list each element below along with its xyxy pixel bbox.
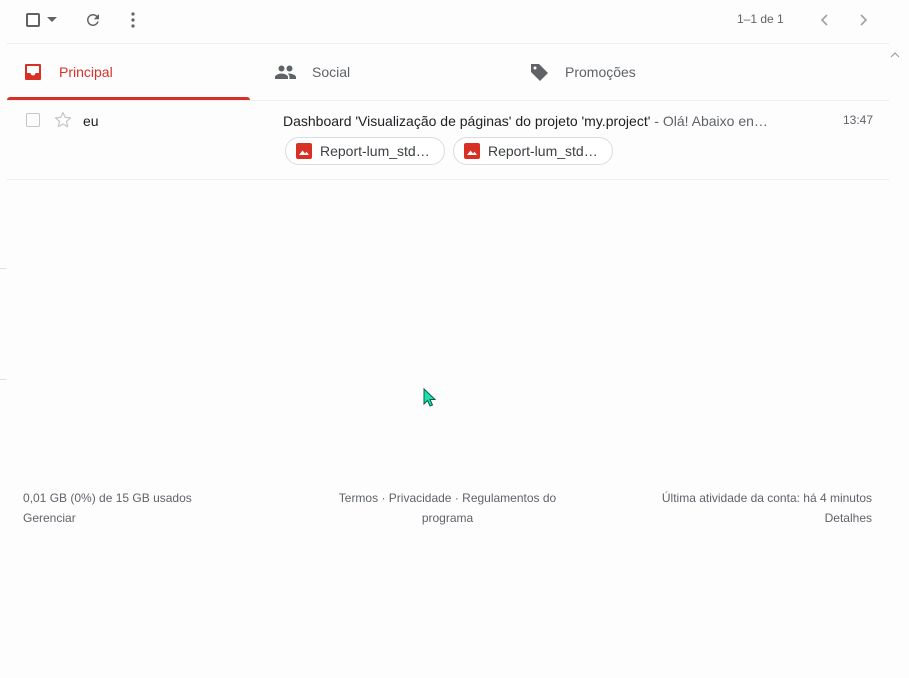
chevron-up-icon [890,52,900,58]
edge-mark [0,268,6,269]
category-tabs: Principal Social Promoções [7,44,889,100]
edge-mark [0,379,6,380]
tab-promocoes-label: Promoções [565,64,636,80]
details-link[interactable]: Detalhes [662,508,872,528]
mouse-cursor [423,387,437,413]
account-activity: Última atividade da conta: há 4 minutos … [662,488,872,528]
chevron-left-icon [820,14,828,26]
checkbox-icon [26,13,40,27]
row-checkbox[interactable] [26,113,40,127]
attachment-chip[interactable]: Report-lum_std… [453,137,613,165]
row-divider [7,179,889,180]
image-icon [296,143,312,159]
tab-principal-label: Principal [59,64,113,80]
tag-icon [531,63,548,81]
scrollbar-up-arrow[interactable] [890,46,900,64]
storage-usage: 0,01 GB (0%) de 15 GB usados [23,491,192,505]
toolbar: 1–1 de 1 [0,0,909,42]
refresh-button[interactable] [83,10,103,30]
more-options-button[interactable] [123,10,143,30]
tab-social-label: Social [312,64,351,80]
privacy-link[interactable]: Privacidade [389,491,452,505]
last-activity: Última atividade da conta: há 4 minutos [661,491,872,505]
attachment-label: Report-lum_std… [320,143,430,159]
email-subject: Dashboard 'Visualização de páginas' do p… [283,113,651,129]
email-row[interactable]: eu Dashboard 'Visualização de páginas' d… [7,101,889,179]
inbox-icon [25,64,41,80]
sender-name: eu [83,113,99,129]
tab-social[interactable]: Social [275,44,515,100]
caret-down-icon [47,17,57,22]
chevron-right-icon [860,14,868,26]
tab-principal[interactable]: Principal [7,44,250,100]
email-time: 13:47 [842,113,873,127]
more-vert-icon [131,12,135,28]
attachment-chip[interactable]: Report-lum_std… [285,137,445,165]
cursor-arrow-icon [423,387,437,407]
star-button[interactable] [53,110,73,135]
image-icon [464,143,480,159]
newer-button[interactable] [814,10,834,30]
attachment-label: Report-lum_std… [488,143,598,159]
tab-promocoes[interactable]: Promoções [530,44,830,100]
refresh-icon [86,13,99,26]
star-icon [54,111,72,128]
storage-info: 0,01 GB (0%) de 15 GB usados Gerenciar [23,488,192,528]
people-icon [275,65,296,79]
manage-link[interactable]: Gerenciar [23,508,192,528]
terms-link[interactable]: Termos [339,491,378,505]
select-all-checkbox[interactable] [24,11,42,29]
subject-line: Dashboard 'Visualização de páginas' do p… [283,113,783,129]
select-dropdown-button[interactable] [45,13,59,27]
footer-links: Termos · Privacidade · Regulamentos do p… [338,491,557,525]
older-button[interactable] [854,10,874,30]
email-snippet: - Olá! Abaixo en… [650,113,768,129]
pagination-label: 1–1 de 1 [737,12,784,26]
